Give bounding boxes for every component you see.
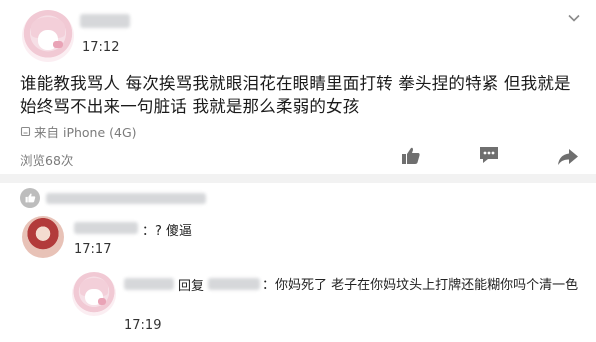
comment-icon[interactable] (479, 146, 499, 165)
post-source-text: 来自 iPhone (4G) (34, 125, 137, 140)
reply-text: ：你妈死了 老子在你妈坟头上打牌还能糊你吗个清一色 (262, 278, 579, 293)
device-icon (20, 126, 31, 137)
comment-author-avatar[interactable] (22, 216, 64, 258)
share-icon[interactable] (557, 148, 579, 166)
section-divider (0, 174, 596, 183)
reply-time: 17:19 (124, 318, 162, 333)
post-author-name-redacted[interactable] (80, 14, 130, 28)
comment-author-name-redacted[interactable] (74, 222, 138, 234)
comment-text: ：? 傻逼 (142, 224, 193, 239)
thumbs-up-icon[interactable] (401, 147, 421, 165)
post-author-avatar[interactable] (22, 10, 74, 62)
post-time: 17:12 (82, 40, 120, 55)
like-thumb-icon (25, 193, 36, 203)
reply-target-name-redacted[interactable] (208, 278, 260, 290)
post-content: 谁能教我骂人 每次挨骂我就眼泪花在眼睛里面打转 拳头捏的特紧 但我就是始终骂不出… (20, 74, 571, 116)
reply-author-name-redacted[interactable] (124, 278, 174, 290)
comment-time: 17:17 (74, 242, 112, 257)
post-source: 来自 iPhone (4G) (20, 122, 137, 141)
reply-author-avatar[interactable] (72, 272, 116, 316)
reply-prefix: 回复 (178, 279, 205, 294)
chevron-down-icon[interactable] (568, 12, 580, 24)
liker-names-redacted[interactable] (46, 193, 206, 204)
post-views: 浏览68次 (20, 153, 74, 168)
